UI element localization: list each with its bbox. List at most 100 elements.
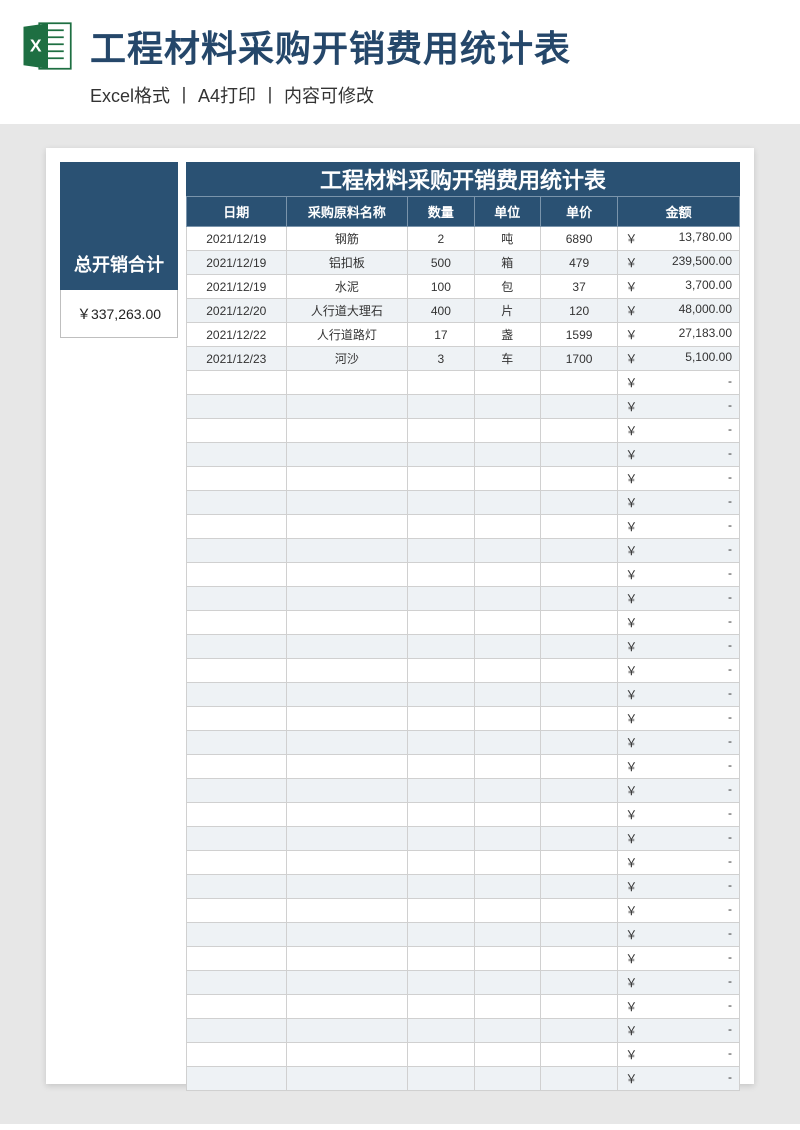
cell-amount: ￥239,500.00	[618, 251, 740, 275]
cell-name: 钢筋	[286, 227, 408, 251]
cell-qty	[408, 707, 474, 731]
cell-qty	[408, 635, 474, 659]
cell-qty	[408, 587, 474, 611]
cell-date	[187, 515, 287, 539]
cell-date	[187, 803, 287, 827]
cell-price	[540, 947, 617, 971]
table-row: ￥-	[187, 515, 740, 539]
cell-amount: ￥27,183.00	[618, 323, 740, 347]
total-label: 总开销合计	[60, 162, 178, 290]
cell-date	[187, 635, 287, 659]
cell-amount: ￥-	[618, 731, 740, 755]
cell-price	[540, 731, 617, 755]
cell-name	[286, 563, 408, 587]
cell-amount: ￥-	[618, 851, 740, 875]
cell-qty	[408, 563, 474, 587]
cell-unit: 车	[474, 347, 540, 371]
cell-name	[286, 971, 408, 995]
cell-name	[286, 731, 408, 755]
table-header-row: 日期 采购原料名称 数量 单位 单价 金额	[187, 197, 740, 227]
cell-name	[286, 395, 408, 419]
cell-date	[187, 539, 287, 563]
cell-price	[540, 1019, 617, 1043]
table-row: ￥-	[187, 803, 740, 827]
cell-amount: ￥-	[618, 419, 740, 443]
cell-price	[540, 995, 617, 1019]
cell-unit: 吨	[474, 227, 540, 251]
cell-date: 2021/12/19	[187, 227, 287, 251]
cell-qty	[408, 827, 474, 851]
cell-amount: ￥-	[618, 467, 740, 491]
cell-date	[187, 947, 287, 971]
cell-date	[187, 611, 287, 635]
cell-price: 479	[540, 251, 617, 275]
cell-price: 1700	[540, 347, 617, 371]
table-row: 2021/12/23河沙3车1700￥5,100.00	[187, 347, 740, 371]
cell-name	[286, 803, 408, 827]
cell-name	[286, 611, 408, 635]
cell-price	[540, 755, 617, 779]
table-row: ￥-	[187, 923, 740, 947]
cell-unit	[474, 707, 540, 731]
cell-unit	[474, 803, 540, 827]
table-row: ￥-	[187, 419, 740, 443]
cell-qty	[408, 779, 474, 803]
cell-amount: ￥-	[618, 587, 740, 611]
cell-price	[540, 803, 617, 827]
cell-price	[540, 899, 617, 923]
cell-qty	[408, 971, 474, 995]
cell-unit	[474, 611, 540, 635]
cell-date	[187, 491, 287, 515]
cell-price: 6890	[540, 227, 617, 251]
cell-date: 2021/12/19	[187, 251, 287, 275]
cell-amount: ￥-	[618, 1043, 740, 1067]
cell-date	[187, 923, 287, 947]
cell-amount: ￥-	[618, 683, 740, 707]
cell-price	[540, 923, 617, 947]
cell-price	[540, 1067, 617, 1091]
cell-name: 水泥	[286, 275, 408, 299]
table-row: ￥-	[187, 659, 740, 683]
cell-unit: 箱	[474, 251, 540, 275]
cell-date	[187, 1067, 287, 1091]
cell-date	[187, 779, 287, 803]
cell-name	[286, 467, 408, 491]
cell-date	[187, 899, 287, 923]
cell-qty: 17	[408, 323, 474, 347]
cell-amount: ￥-	[618, 563, 740, 587]
cell-price	[540, 851, 617, 875]
table-row: ￥-	[187, 443, 740, 467]
cell-unit	[474, 1019, 540, 1043]
cell-price	[540, 563, 617, 587]
table-row: ￥-	[187, 755, 740, 779]
cell-qty	[408, 1019, 474, 1043]
cell-name	[286, 851, 408, 875]
cell-date	[187, 707, 287, 731]
cell-date	[187, 755, 287, 779]
table-row: ￥-	[187, 947, 740, 971]
table-row: ￥-	[187, 875, 740, 899]
table-row: ￥-	[187, 1043, 740, 1067]
cell-date: 2021/12/23	[187, 347, 287, 371]
cell-unit	[474, 731, 540, 755]
cell-name	[286, 683, 408, 707]
table-title: 工程材料采购开销费用统计表	[186, 162, 740, 196]
cell-amount: ￥-	[618, 443, 740, 467]
cell-unit	[474, 515, 540, 539]
cell-date	[187, 995, 287, 1019]
table-row: ￥-	[187, 1019, 740, 1043]
table-row: ￥-	[187, 395, 740, 419]
cell-unit	[474, 683, 540, 707]
table-row: ￥-	[187, 467, 740, 491]
cell-price	[540, 659, 617, 683]
cell-qty	[408, 419, 474, 443]
table-row: ￥-	[187, 587, 740, 611]
cell-date	[187, 443, 287, 467]
cell-amount: ￥-	[618, 371, 740, 395]
cell-price	[540, 827, 617, 851]
cell-amount: ￥-	[618, 995, 740, 1019]
col-unit: 单位	[474, 197, 540, 227]
cell-qty	[408, 995, 474, 1019]
col-amount: 金额	[618, 197, 740, 227]
cell-qty: 2	[408, 227, 474, 251]
